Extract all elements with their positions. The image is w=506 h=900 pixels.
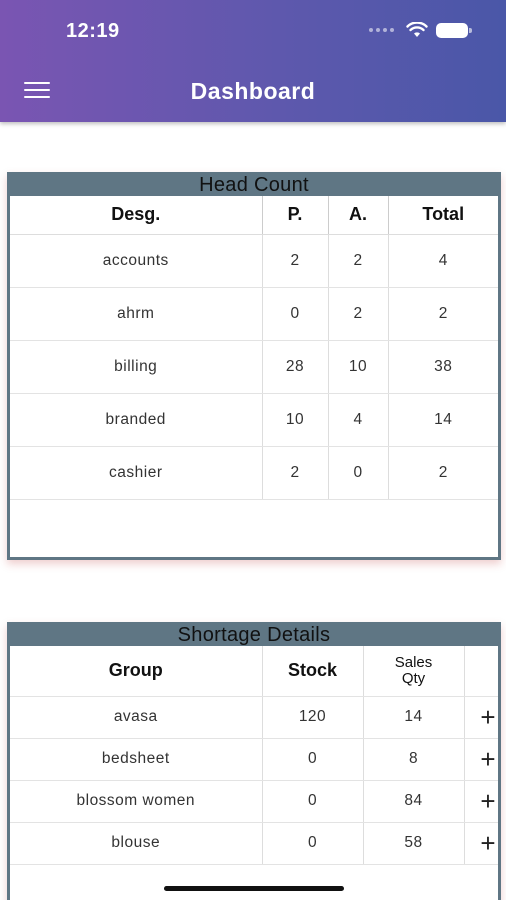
table-row: bedsheet 0 8 + xyxy=(10,738,498,781)
head-count-table: Desg. P. A. Total accounts 2 2 4 ahrm 0 … xyxy=(10,196,498,500)
cell-designation: cashier xyxy=(10,446,262,500)
column-header-expand xyxy=(463,646,498,697)
wifi-icon xyxy=(406,22,428,37)
status-time: 12:19 xyxy=(66,20,120,42)
shortage-details-table: Group Stock Sales Qty avasa 120 14 + bed… xyxy=(10,646,498,865)
column-header: A. xyxy=(327,196,388,235)
column-header-line: Sales xyxy=(394,653,433,671)
cell-sales-qty: 14 xyxy=(362,696,464,739)
cell-absent: 0 xyxy=(327,446,388,500)
column-header-sales-qty: Sales Qty xyxy=(362,646,464,697)
cell-stock: 0 xyxy=(261,780,363,823)
table-header-row: Group Stock Sales Qty xyxy=(10,646,498,697)
cell-total: 2 xyxy=(387,287,498,341)
cell-present: 28 xyxy=(261,340,328,394)
cell-designation: branded xyxy=(10,393,262,447)
cell-total: 2 xyxy=(387,446,498,500)
table-row: accounts 2 2 4 xyxy=(10,234,498,288)
status-icons xyxy=(369,22,472,38)
head-count-card: Head Count Desg. P. A. Total accounts 2 … xyxy=(7,172,501,560)
cell-group: blouse xyxy=(10,822,262,865)
cell-group: avasa xyxy=(10,696,262,739)
column-header: Group xyxy=(10,646,262,697)
cell-group: bedsheet xyxy=(10,738,262,781)
battery-icon xyxy=(436,22,472,38)
shortage-details-title: Shortage Details xyxy=(10,622,498,646)
cell-total: 4 xyxy=(387,234,498,288)
plus-icon[interactable]: + xyxy=(463,780,498,823)
table-row: blouse 0 58 + xyxy=(10,822,498,865)
cell-stock: 0 xyxy=(261,822,363,865)
cell-total: 38 xyxy=(387,340,498,394)
column-header: Stock xyxy=(261,646,363,697)
column-header: Desg. xyxy=(10,196,262,235)
table-header-row: Desg. P. A. Total xyxy=(10,196,498,235)
table-row: ahrm 0 2 2 xyxy=(10,287,498,341)
cell-present: 2 xyxy=(261,234,328,288)
column-header: Total xyxy=(387,196,498,235)
table-row: cashier 2 0 2 xyxy=(10,446,498,500)
page-title: Dashboard xyxy=(190,78,316,104)
cell-stock: 120 xyxy=(261,696,363,739)
cell-absent: 2 xyxy=(327,234,388,288)
head-count-title: Head Count xyxy=(10,172,498,196)
cell-designation: ahrm xyxy=(10,287,262,341)
signal-icon xyxy=(369,28,394,32)
cell-present: 10 xyxy=(261,393,328,447)
cell-stock: 0 xyxy=(261,738,363,781)
cell-sales-qty: 8 xyxy=(362,738,464,781)
cell-absent: 2 xyxy=(327,287,388,341)
cell-absent: 4 xyxy=(327,393,388,447)
shortage-details-card: Shortage Details Group Stock Sales Qty a… xyxy=(7,622,501,900)
table-row: branded 10 4 14 xyxy=(10,393,498,447)
cell-total: 14 xyxy=(387,393,498,447)
plus-icon[interactable]: + xyxy=(463,696,498,739)
cell-present: 0 xyxy=(261,287,328,341)
plus-icon[interactable]: + xyxy=(463,738,498,781)
table-row: avasa 120 14 + xyxy=(10,696,498,739)
app-header: 12:19 Dashboard xyxy=(0,0,506,122)
column-header-line: Qty xyxy=(401,669,426,687)
table-row: blossom women 0 84 + xyxy=(10,780,498,823)
cell-present: 2 xyxy=(261,446,328,500)
plus-icon[interactable]: + xyxy=(463,822,498,865)
cell-sales-qty: 84 xyxy=(362,780,464,823)
table-row: billing 28 10 38 xyxy=(10,340,498,394)
column-header: P. xyxy=(261,196,328,235)
cell-sales-qty: 58 xyxy=(362,822,464,865)
cell-absent: 10 xyxy=(327,340,388,394)
cell-group: blossom women xyxy=(10,780,262,823)
cell-designation: accounts xyxy=(10,234,262,288)
home-indicator[interactable] xyxy=(164,886,344,891)
cell-designation: billing xyxy=(10,340,262,394)
